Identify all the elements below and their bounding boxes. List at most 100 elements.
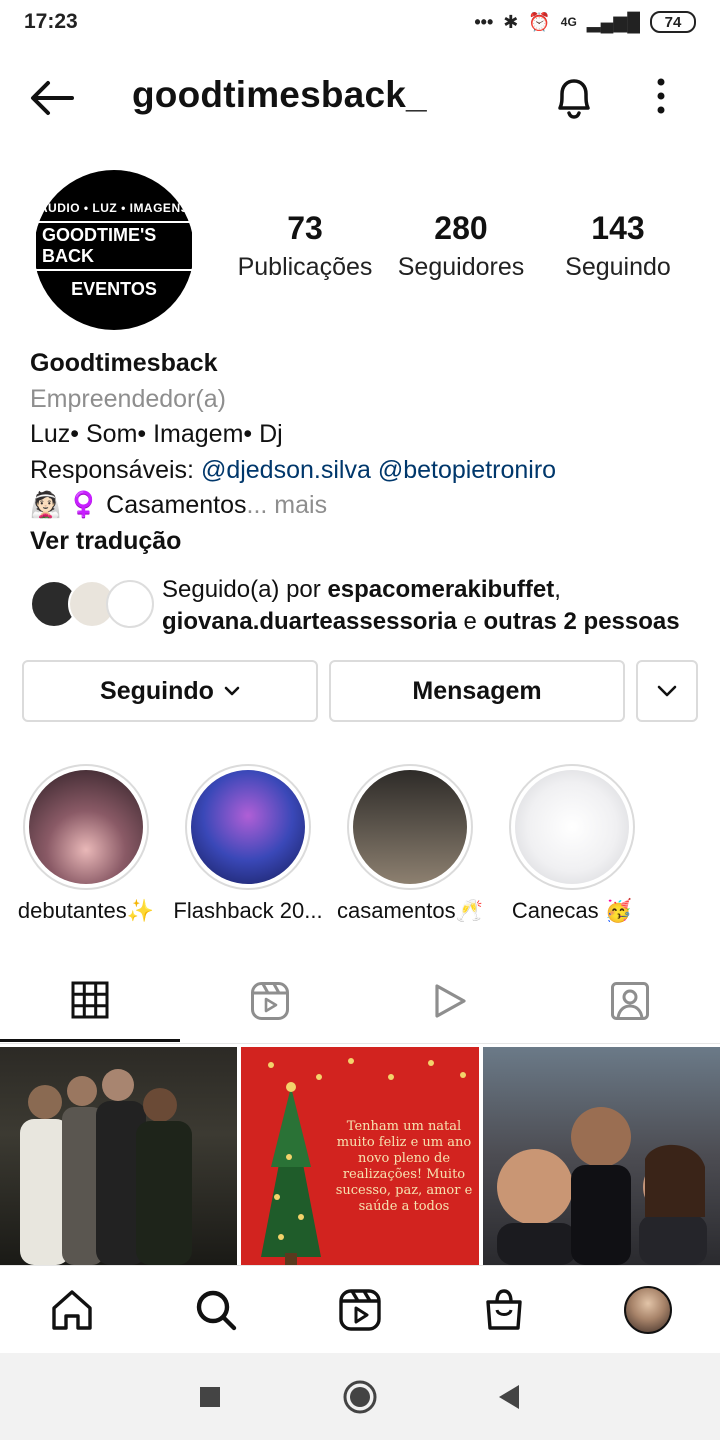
back-button[interactable] [28, 78, 74, 118]
profile-category: Empreendedor(a) [30, 384, 226, 413]
more-options-button[interactable] [650, 76, 672, 116]
followed-by-text: Seguido(a) por espacomerakibuffet, giova… [162, 576, 680, 635]
suggestions-button[interactable] [636, 660, 698, 722]
tab-videos[interactable] [360, 960, 540, 1042]
status-bar: 17:23 ••• ✱ ⏰ 4G ▂▄▆█ 74 [0, 0, 720, 44]
bell-icon [558, 79, 590, 119]
back-system-button[interactable] [490, 1379, 526, 1415]
avatar-logo-text: AUDIO • LUZ • IMAGENS [38, 200, 190, 215]
profile-display-name: Goodtimesback [30, 349, 218, 377]
profile-avatar[interactable]: AUDIO • LUZ • IMAGENS GOODTIME'S BACK EV… [34, 170, 194, 330]
more-link[interactable]: ... mais [247, 491, 328, 519]
chevron-down-icon [657, 685, 677, 697]
circle-icon [343, 1380, 377, 1414]
story-highlight[interactable]: casamentos🥂 [337, 764, 483, 923]
post-thumbnail[interactable]: Tenham um natal muito feliz e um ano nov… [241, 1047, 479, 1265]
tab-reels[interactable] [180, 960, 360, 1042]
reels-icon [251, 982, 289, 1020]
tab-tagged[interactable] [540, 960, 720, 1042]
bio-line: 👰🏻 ♀️ Casamentos... mais [30, 488, 710, 524]
status-time: 17:23 [24, 10, 78, 33]
nav-shop[interactable] [480, 1286, 528, 1334]
network-label: 4G [560, 15, 577, 29]
posts-stat[interactable]: 73 Publicações [235, 210, 375, 282]
highlight-ring [185, 764, 311, 890]
followed-connector: e [463, 608, 477, 635]
tagged-icon [611, 982, 649, 1020]
bluetooth-icon: ✱ [503, 11, 519, 32]
follower-username: espacomerakibuffet [327, 576, 555, 603]
recents-button[interactable] [192, 1379, 228, 1415]
following-count: 143 [591, 210, 645, 246]
more-notifications-icon: ••• [474, 11, 494, 32]
system-navigation [0, 1353, 720, 1440]
message-button[interactable]: Mensagem [329, 660, 625, 722]
highlight-cover [353, 770, 467, 884]
avatar-logo-text: EVENTOS [71, 278, 157, 299]
see-translation-link[interactable]: Ver tradução [30, 524, 710, 560]
followed-by[interactable]: Seguido(a) por espacomerakibuffet, giova… [30, 574, 720, 640]
following-button[interactable]: Seguindo [22, 660, 318, 722]
home-icon [52, 1290, 92, 1330]
avatar-logo-text: GOODTIME'S BACK [34, 220, 194, 271]
search-icon [196, 1290, 237, 1331]
following-button-label: Seguindo [100, 676, 214, 705]
message-button-label: Mensagem [412, 676, 542, 705]
triangle-back-icon [499, 1385, 519, 1409]
follower-avatar [106, 580, 154, 628]
battery-level: 74 [664, 13, 682, 31]
nav-search[interactable] [192, 1286, 240, 1334]
nav-home[interactable] [48, 1286, 96, 1334]
square-icon [200, 1387, 220, 1407]
video-icon [435, 984, 466, 1018]
bottom-navigation [0, 1265, 720, 1353]
profile-bio: Goodtimesback Empreendedor(a) Luz• Som• … [30, 346, 710, 559]
notifications-button[interactable] [552, 74, 596, 120]
followers-stat[interactable]: 280 Seguidores [394, 210, 528, 282]
story-highlight[interactable]: Flashback 20... [173, 764, 323, 923]
following-stat[interactable]: 143 Seguindo [558, 210, 678, 282]
followed-prefix: Seguido(a) por [162, 576, 321, 603]
battery-icon: 74 [650, 11, 696, 33]
nav-reels[interactable] [336, 1286, 384, 1334]
highlight-ring [347, 764, 473, 890]
highlight-label: casamentos🥂 [336, 898, 483, 923]
followed-others: outras 2 pessoas [483, 608, 680, 635]
highlight-label: Flashback 20... [173, 898, 323, 923]
nav-profile[interactable] [624, 1286, 672, 1334]
home-button[interactable] [342, 1379, 378, 1415]
grid-icon [71, 981, 109, 1018]
story-highlight[interactable]: debutantes✨ [18, 764, 154, 923]
profile-avatar-small [624, 1286, 672, 1334]
post-thumbnail[interactable] [483, 1047, 720, 1265]
story-highlight[interactable]: Canecas 🥳 [508, 764, 636, 923]
post-photo [20, 1069, 192, 1265]
highlight-ring [509, 764, 635, 890]
arrow-left-icon [31, 81, 74, 115]
bio-text: Casamentos [106, 491, 247, 519]
followers-label: Seguidores [397, 253, 525, 281]
mention-link[interactable]: @djedson.silva [201, 456, 371, 484]
posts-count: 73 [287, 210, 323, 246]
bio-line: Responsáveis: @djedson.silva @betopietro… [30, 453, 710, 489]
highlight-ring [23, 764, 149, 890]
profile-header: goodtimesback_ [0, 60, 720, 136]
profile-tabs [0, 960, 720, 1044]
alarm-icon: ⏰ [528, 11, 551, 32]
highlight-cover [515, 770, 629, 884]
highlight-cover [29, 770, 143, 884]
highlight-cover [191, 770, 305, 884]
posts-label: Publicações [237, 253, 373, 281]
following-label: Seguindo [565, 253, 671, 281]
post-caption-text: Tenham um natal muito feliz e um ano nov… [335, 1119, 473, 1214]
mention-link[interactable]: @betopietroniro [378, 456, 556, 484]
post-thumbnail[interactable] [0, 1047, 237, 1265]
post-photo [497, 1107, 707, 1265]
tab-grid[interactable] [0, 960, 180, 1042]
bio-label: Responsáveis: [30, 455, 194, 484]
status-icons: ••• ✱ ⏰ 4G ▂▄▆█ 74 [474, 11, 696, 33]
followers-count: 280 [434, 210, 488, 246]
reels-icon [339, 1289, 381, 1331]
highlight-label: Canecas 🥳 [511, 898, 633, 923]
highlight-label: debutantes✨ [17, 898, 155, 923]
